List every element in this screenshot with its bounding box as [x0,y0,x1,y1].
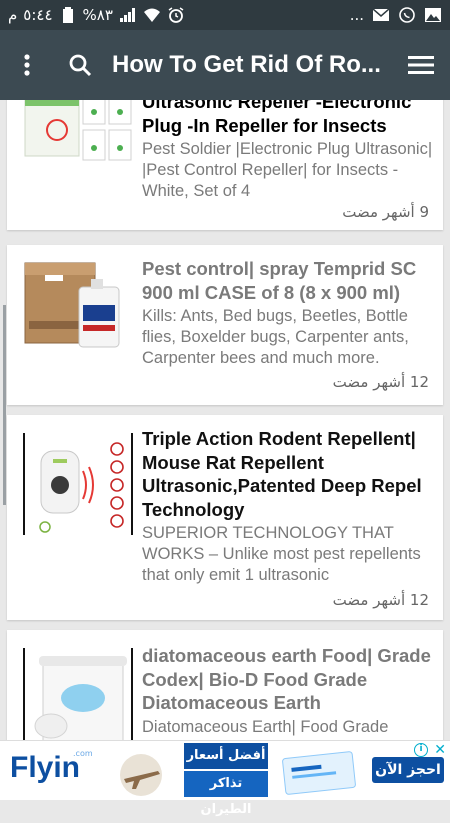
ad-brand-logo: Flyin [10,751,81,784]
status-time: ٥:٤٤ [23,6,53,24]
gallery-icon [424,6,442,24]
product-thumbnail [21,646,135,740]
hamburger-menu-icon[interactable] [392,30,450,100]
search-icon[interactable] [54,30,106,100]
ad-promo-line-1: أفضل أسعار [184,743,268,769]
page-title: How To Get Rid Of Ro... [112,51,381,78]
post-title[interactable]: diatomaceous earth Food| Grade Codex| Bi… [142,644,436,715]
airplane-icon [110,753,172,801]
more-notifications: ... [349,6,364,24]
wifi-icon [143,6,161,24]
ad-promo-box: أفضل أسعار تذاكر الطيران [184,743,268,817]
list-item[interactable]: Pest control| spray Temprid SC 900 ml CA… [7,245,443,405]
post-title[interactable]: Pest control| spray Temprid SC 900 ml CA… [142,257,436,304]
post-title[interactable]: Ultrasonic Repeller -Electronic Plug -In… [142,100,436,137]
boarding-pass-image [282,749,362,799]
list-item[interactable]: diatomaceous earth Food| Grade Codex| Bi… [7,630,443,740]
battery-percent: %٨٣ [82,6,113,24]
post-description: Diatomaceous Earth| Food Grade [142,717,389,736]
ad-promo-line-2: تذاكر الطيران [184,771,268,817]
mail-icon [372,6,390,24]
ad-brand-suffix: .com [73,749,93,758]
alarm-icon [167,6,185,24]
overflow-menu-icon[interactable] [0,30,54,100]
post-date: 9 أشهر مضت [342,203,429,221]
product-thumbnail [21,100,135,202]
status-bar: م ٥:٤٤ %٨٣ ... [0,0,450,30]
product-thumbnail [21,431,135,541]
list-item[interactable]: Triple Action Rodent Repellent| Mouse Ra… [7,415,443,620]
book-now-button[interactable]: احجز الآن [372,757,444,783]
post-list[interactable]: Ultrasonic Repeller -Electronic Plug -In… [0,100,450,740]
signal-icon [119,6,137,24]
ad-banner[interactable]: Flyin .com أفضل أسعار تذاكر الطيران احجز… [0,740,450,817]
list-item[interactable]: Ultrasonic Repeller -Electronic Plug -In… [7,100,443,230]
whatsapp-icon [398,6,416,24]
post-description: Kills: Ants, Bed bugs, Beetles, Bottle f… [142,307,409,367]
ad-close-icon[interactable]: ✕ [434,742,446,758]
battery-icon [59,6,77,24]
post-title[interactable]: Triple Action Rodent Repellent| Mouse Ra… [142,427,436,521]
scrollbar[interactable] [3,305,6,505]
product-thumbnail [21,259,135,371]
post-description: SUPERIOR TECHNOLOGY THAT WORKS – Unlike … [142,524,421,584]
post-date: 12 أشهر مضت [332,591,429,609]
app-bar: How To Get Rid Of Ro... [0,30,450,100]
post-date: 12 أشهر مضت [332,373,429,391]
status-period: م [8,6,18,24]
ad-info-icon[interactable]: i [414,743,428,757]
post-description: Pest Soldier |Electronic Plug Ultrasonic… [142,140,433,200]
